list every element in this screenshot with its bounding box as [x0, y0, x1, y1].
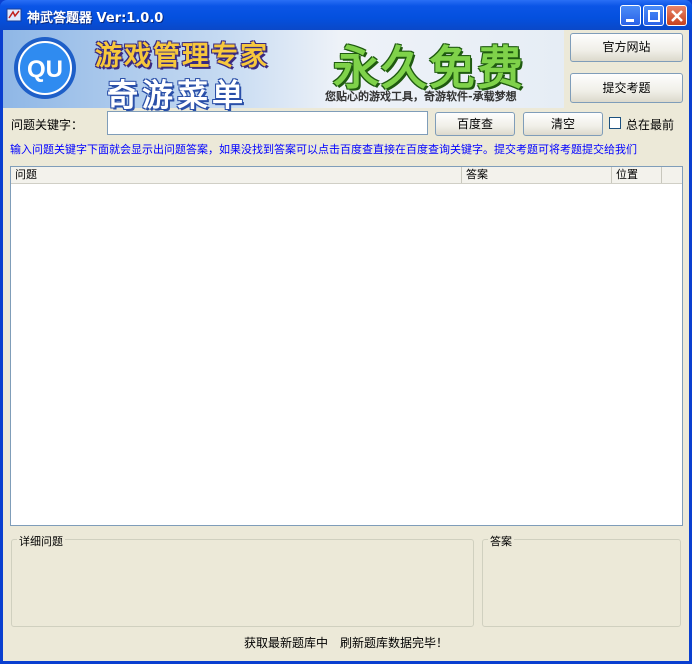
answer-group: 答案 — [482, 533, 681, 627]
always-on-top-label[interactable]: 总在最前 — [626, 116, 674, 133]
submit-question-button[interactable]: 提交考题 — [570, 73, 683, 103]
close-icon — [671, 10, 683, 22]
window-title: 神武答题器 Ver:1.0.0 — [27, 11, 164, 26]
app-icon — [6, 8, 22, 22]
official-site-button[interactable]: 官方网站 — [570, 33, 683, 62]
qu-logo-icon: QU — [14, 37, 76, 99]
keyword-input[interactable] — [107, 111, 428, 135]
column-header-answer[interactable]: 答案 — [462, 167, 612, 183]
detail-question-label: 详细问题 — [17, 533, 65, 549]
minimize-button[interactable] — [620, 5, 641, 26]
minimize-icon — [626, 19, 634, 22]
maximize-icon — [648, 10, 660, 22]
keyword-label: 问题关键字： — [11, 118, 84, 132]
close-button[interactable] — [666, 5, 687, 26]
hint-text: 输入问题关键字下面就会显示出问题答案，如果没找到答案可以点击百度查直接在百度查询… — [10, 143, 637, 156]
svg-text:QU: QU — [27, 56, 63, 83]
status-text: 获取最新题库中 刷新题库数据完毕！ — [244, 636, 449, 650]
always-on-top-checkbox[interactable] — [609, 117, 621, 129]
maximize-button[interactable] — [643, 5, 664, 26]
detail-question-group: 详细问题 — [11, 533, 474, 627]
ad-banner[interactable]: QU 游戏管理专家 奇游菜单 永久免费 您贴心的游戏工具，奇游软件-承载梦想 — [3, 30, 564, 114]
banner-slogan: 您贴心的游戏工具，奇游软件-承载梦想 — [325, 90, 517, 103]
clear-button[interactable]: 清空 — [523, 112, 603, 136]
question-list[interactable]: 问题 答案 位置 — [10, 166, 683, 526]
list-header: 问题 答案 位置 — [11, 167, 682, 184]
banner-headline: 游戏管理专家 — [95, 41, 269, 72]
app-window: 神武答题器 Ver:1.0.0 QU 游戏管理专家 奇游菜单 永久免费 您贴心的… — [0, 0, 692, 664]
client-area: QU 游戏管理专家 奇游菜单 永久免费 您贴心的游戏工具，奇游软件-承载梦想 官… — [3, 30, 689, 661]
answer-label: 答案 — [488, 533, 514, 549]
baidu-search-button[interactable]: 百度查 — [435, 112, 515, 136]
title-bar[interactable]: 神武答题器 Ver:1.0.0 — [0, 0, 692, 30]
banner-brand: 奇游菜单 — [107, 78, 247, 114]
column-header-position[interactable]: 位置 — [612, 167, 662, 183]
column-header-question[interactable]: 问题 — [11, 167, 462, 183]
